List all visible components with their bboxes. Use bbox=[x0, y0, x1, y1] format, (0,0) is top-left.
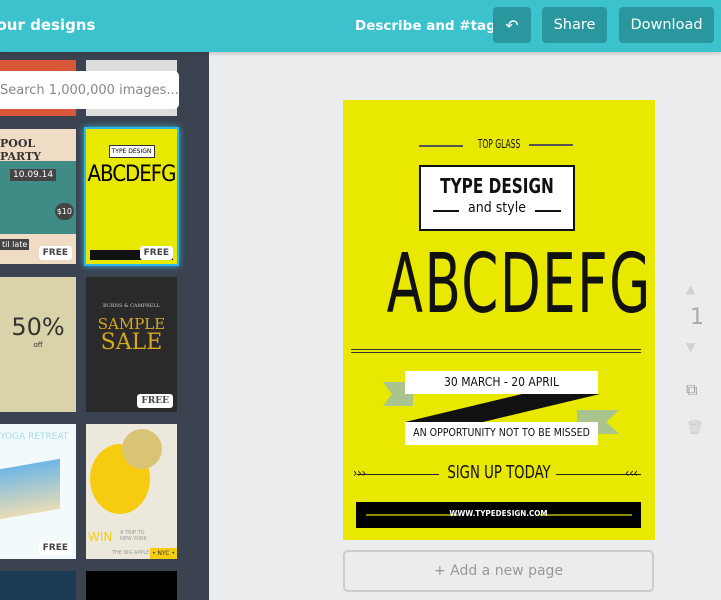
poster-tagline: AN OPPORTUNITY NOT TO BE MISSED bbox=[405, 422, 598, 445]
thumb-text: $10 bbox=[54, 203, 74, 220]
thumb-text: ABCDEFG bbox=[87, 162, 176, 187]
arrow-left-icon: ››› bbox=[353, 466, 366, 480]
thumb-text: 50% bbox=[11, 313, 65, 341]
poster-footer: WWW.TYPEDESIGN.COM bbox=[356, 502, 641, 528]
design-canvas[interactable]: TOP GLASS TYPE DESIGN and style ABCDEFG … bbox=[343, 100, 655, 540]
page-number: 1 bbox=[690, 305, 704, 330]
poster-title: TYPE DESIGN bbox=[440, 174, 554, 198]
sidebar: Search 1,000,000 images... POOL PARTY 10… bbox=[0, 52, 209, 600]
free-badge: FREE bbox=[38, 541, 72, 555]
template-thumb-yoga[interactable]: YOGA RETREAT FREE bbox=[0, 424, 76, 559]
arrow-right-icon: ‹‹‹ bbox=[625, 466, 638, 480]
thumb-text: til late bbox=[0, 239, 30, 250]
download-button[interactable]: Download bbox=[619, 7, 714, 43]
thumb-text: YOGA RETREAT bbox=[0, 432, 69, 442]
template-thumb-50-off[interactable]: 50% off bbox=[0, 277, 76, 412]
search-input[interactable]: Search 1,000,000 images... bbox=[0, 71, 179, 109]
free-badge: FREE bbox=[38, 246, 72, 260]
thumb-text: SALE bbox=[100, 330, 163, 355]
thumb-text: WIN bbox=[88, 530, 113, 544]
undo-icon: ↶ bbox=[505, 15, 519, 35]
thumb-text: TYPE DESIGN bbox=[108, 145, 155, 158]
share-button[interactable]: Share bbox=[542, 7, 607, 43]
thumb-text: BURNS & CAMPBELL bbox=[103, 303, 160, 309]
thumb-text: THE BIG APPLE bbox=[112, 550, 150, 556]
poster-url: WWW.TYPEDESIGN.COM bbox=[449, 509, 548, 518]
thumb-text: 10.09.14 bbox=[10, 169, 57, 181]
top-bar: Your designs Describe and #tag ↶ Share D… bbox=[0, 0, 721, 52]
free-badge: FREE bbox=[139, 246, 173, 260]
template-thumb[interactable] bbox=[86, 571, 177, 600]
template-thumb-sample-sale[interactable]: BURNS & CAMPBELL SAMPLE SALE FREE bbox=[86, 277, 177, 412]
describe-and-tag-link[interactable]: Describe and #tag bbox=[355, 18, 496, 34]
thumb-text: • NYC • bbox=[150, 548, 177, 559]
your-designs-link[interactable]: Your designs bbox=[0, 16, 95, 34]
thumb-text: A TRIP TO NEW YORK bbox=[120, 530, 147, 542]
free-badge: FREE bbox=[137, 394, 173, 408]
poster-subtitle: and style bbox=[468, 200, 526, 216]
thumb-text: POOL PARTY bbox=[0, 129, 76, 163]
undo-button[interactable]: ↶ bbox=[493, 7, 531, 43]
poster-letters: ABCDEFG bbox=[386, 237, 652, 332]
poster-dates: 30 MARCH - 20 APRIL bbox=[405, 371, 598, 394]
page-up-icon[interactable]: ▲ bbox=[686, 282, 695, 296]
trash-icon[interactable]: 🗑 bbox=[686, 420, 704, 436]
page-down-icon[interactable]: ▼ bbox=[686, 340, 695, 354]
thumb-text: off bbox=[33, 341, 43, 349]
copy-page-icon[interactable]: ⧉ bbox=[686, 380, 697, 400]
poster-top-text: TOP GLASS bbox=[477, 137, 521, 151]
template-thumb-type-design[interactable]: TYPE DESIGN ABCDEFG FREE bbox=[84, 127, 179, 266]
poster-cta: SIGN UP TODAY bbox=[447, 462, 551, 483]
template-thumb-pool-party[interactable]: POOL PARTY 10.09.14 $10 til late FREE bbox=[0, 129, 76, 264]
template-thumb[interactable] bbox=[0, 571, 76, 600]
add-page-button[interactable]: + Add a new page bbox=[343, 550, 654, 592]
template-thumb-nyc[interactable]: WIN A TRIP TO NEW YORK THE BIG APPLE • N… bbox=[86, 424, 177, 559]
poster-title-box: TYPE DESIGN and style bbox=[419, 165, 575, 231]
